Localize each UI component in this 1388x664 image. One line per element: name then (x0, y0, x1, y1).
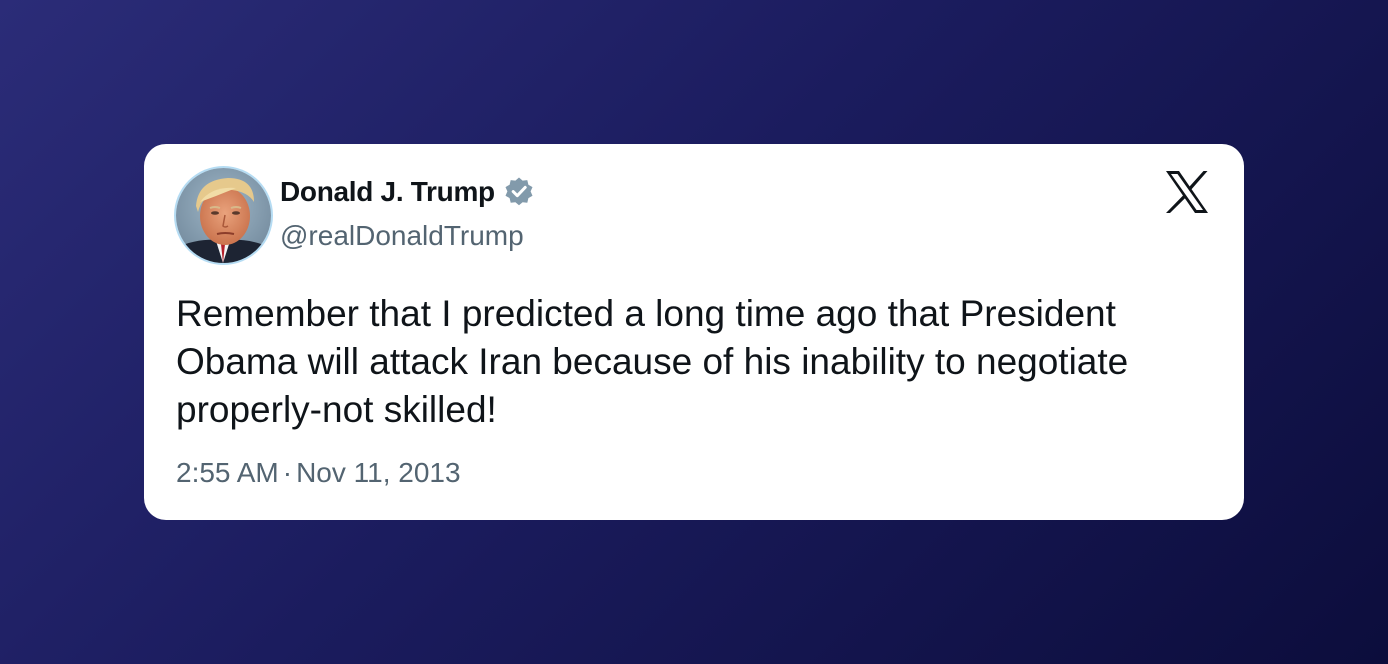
tweet-date: Nov 11, 2013 (296, 457, 461, 488)
tweet-timestamp[interactable]: 2:55 AM · Nov 11, 2013 (176, 457, 461, 489)
tweet-text: Remember that I predicted a long time ag… (176, 293, 1129, 430)
author-handle[interactable]: @realDonaldTrump (280, 220, 524, 252)
tweet-time: 2:55 AM (176, 457, 279, 488)
author-name[interactable]: Donald J. Trump (280, 176, 495, 208)
meta-separator: · (282, 457, 293, 488)
author-row: Donald J. Trump (280, 176, 535, 208)
tweet-card: Donald J. Trump @realDonaldTrump Remembe… (144, 144, 1244, 520)
x-logo-icon[interactable] (1164, 170, 1210, 214)
verified-badge-icon (503, 176, 535, 208)
avatar-portrait-icon (176, 168, 271, 263)
avatar[interactable] (176, 168, 271, 263)
